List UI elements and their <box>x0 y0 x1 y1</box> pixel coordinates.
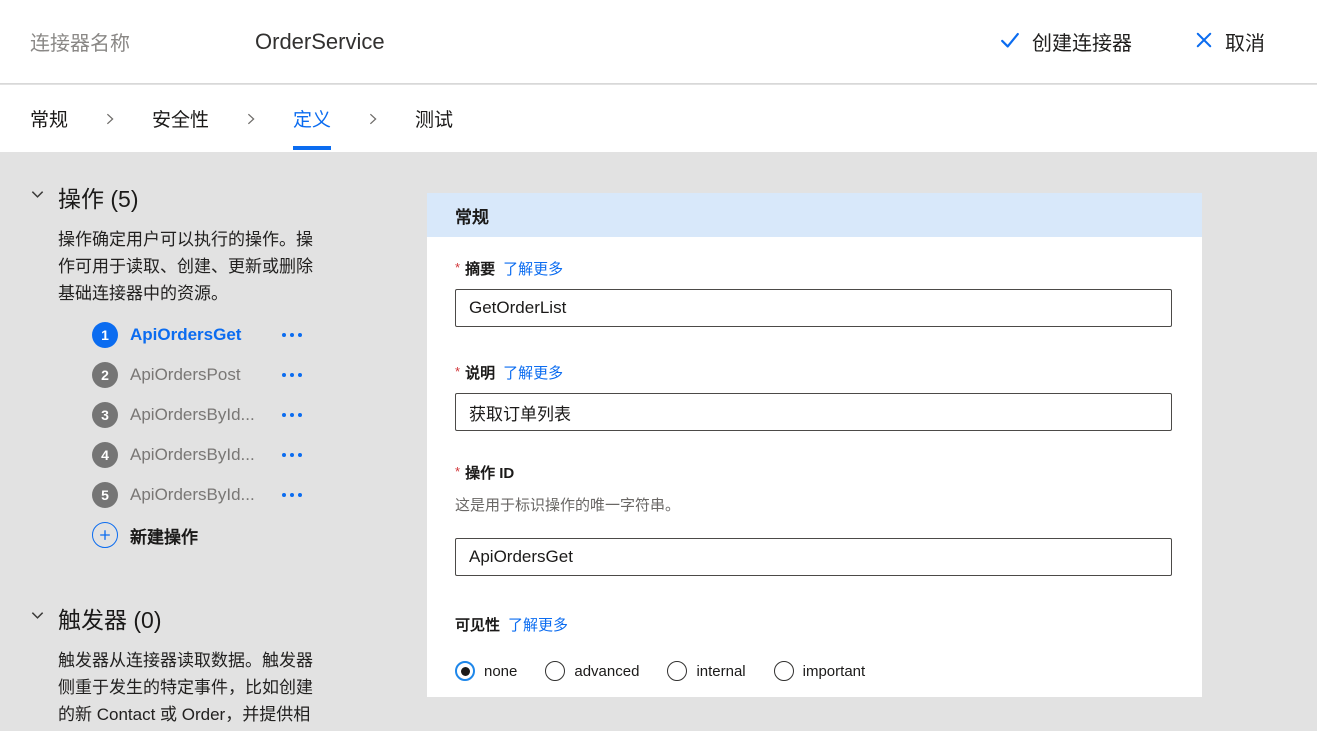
triggers-section-header[interactable]: 触发器 (0) <box>30 603 427 633</box>
create-connector-button[interactable]: 创建连接器 <box>999 27 1132 56</box>
triggers-section-title: 触发器 (0) <box>58 601 162 635</box>
action-item-label: ApiOrdersById... <box>130 405 278 425</box>
visibility-radio-important[interactable]: important <box>774 661 866 681</box>
panel-header: 常规 <box>427 193 1202 237</box>
description-learn-more-link[interactable]: 了解更多 <box>503 362 563 383</box>
description-label: 说明 <box>465 362 495 383</box>
create-connector-label: 创建连接器 <box>1032 27 1132 56</box>
action-item-apiordersbyid-2[interactable]: 4 ApiOrdersById... <box>92 435 427 475</box>
operation-id-helper-text: 这是用于标识操作的唯一字符串。 <box>455 494 1172 515</box>
radio-icon <box>667 661 687 681</box>
chevron-right-icon <box>366 112 380 126</box>
action-item-apiordersget[interactable]: 1 ApiOrdersGet <box>92 315 427 355</box>
action-item-apiordersbyid-1[interactable]: 3 ApiOrdersById... <box>92 395 427 435</box>
actions-section-description: 操作确定用户可以执行的操作。操作可用于读取、创建、更新或删除基础连接器中的资源。 <box>58 226 314 307</box>
action-item-menu-button[interactable] <box>278 447 306 463</box>
actions-section-title: 操作 (5) <box>58 180 139 214</box>
cancel-button[interactable]: 取消 <box>1194 27 1265 56</box>
tab-general[interactable]: 常规 <box>30 85 68 152</box>
radio-icon <box>545 661 565 681</box>
summary-input[interactable] <box>455 289 1172 327</box>
connector-name-label: 连接器名称 <box>30 27 255 56</box>
new-action-label: 新建操作 <box>130 523 198 548</box>
chevron-down-icon <box>30 187 45 207</box>
plus-icon <box>92 522 118 548</box>
chevron-right-icon <box>103 112 117 126</box>
operation-id-field-block: * 操作 ID 这是用于标识操作的唯一字符串。 <box>455 462 1172 576</box>
visibility-field-block: 可见性 了解更多 none advanced internal <box>455 614 1172 681</box>
action-number-badge: 1 <box>92 322 118 348</box>
general-panel: 常规 * 摘要 了解更多 * 说明 了解更多 * 操作 ID 这是用于标识操作的 <box>427 193 1202 697</box>
action-item-apiorderspost[interactable]: 2 ApiOrdersPost <box>92 355 427 395</box>
summary-learn-more-link[interactable]: 了解更多 <box>503 258 563 279</box>
action-item-apiordersbyid-3[interactable]: 5 ApiOrdersById... <box>92 475 427 515</box>
tab-security[interactable]: 安全性 <box>152 85 209 152</box>
tab-definition[interactable]: 定义 <box>293 85 331 152</box>
panel-title: 常规 <box>455 203 489 228</box>
operation-id-label: 操作 ID <box>465 462 514 483</box>
action-number-badge: 3 <box>92 402 118 428</box>
chevron-down-icon <box>30 608 45 628</box>
app-header: 连接器名称 OrderService 创建连接器 取消 <box>0 0 1317 84</box>
checkmark-icon <box>999 29 1021 54</box>
action-item-menu-button[interactable] <box>278 367 306 383</box>
action-number-badge: 2 <box>92 362 118 388</box>
action-item-label: ApiOrdersGet <box>130 325 278 345</box>
panel-body: * 摘要 了解更多 * 说明 了解更多 * 操作 ID 这是用于标识操作的唯一字… <box>427 237 1202 681</box>
tab-test[interactable]: 测试 <box>415 85 453 152</box>
action-number-badge: 4 <box>92 442 118 468</box>
required-marker: * <box>455 464 460 479</box>
required-marker: * <box>455 364 460 379</box>
required-marker: * <box>455 260 460 275</box>
action-item-label: ApiOrdersById... <box>130 445 278 465</box>
visibility-learn-more-link[interactable]: 了解更多 <box>508 614 568 635</box>
action-item-menu-button[interactable] <box>278 407 306 423</box>
radio-label: important <box>803 663 866 680</box>
action-item-menu-button[interactable] <box>278 327 306 343</box>
radio-icon <box>455 661 475 681</box>
visibility-radio-internal[interactable]: internal <box>667 661 745 681</box>
visibility-radio-advanced[interactable]: advanced <box>545 661 639 681</box>
close-icon <box>1194 30 1214 53</box>
visibility-radio-none[interactable]: none <box>455 661 517 681</box>
radio-label: none <box>484 663 517 680</box>
header-actions: 创建连接器 取消 <box>999 27 1265 56</box>
action-number-badge: 5 <box>92 482 118 508</box>
radio-label: advanced <box>574 663 639 680</box>
visibility-radio-group: none advanced internal important <box>455 661 1172 681</box>
operation-id-input[interactable] <box>455 538 1172 576</box>
wizard-nav: 常规 安全性 定义 测试 <box>0 85 1317 152</box>
definition-sidebar: 操作 (5) 操作确定用户可以执行的操作。操作可用于读取、创建、更新或删除基础连… <box>0 152 427 731</box>
summary-label: 摘要 <box>465 258 495 279</box>
chevron-right-icon <box>244 112 258 126</box>
connector-name-value: OrderService <box>255 29 385 55</box>
visibility-label: 可见性 <box>455 614 500 635</box>
new-action-button[interactable]: 新建操作 <box>92 515 198 555</box>
action-item-menu-button[interactable] <box>278 487 306 503</box>
description-input[interactable] <box>455 393 1172 431</box>
description-field-block: * 说明 了解更多 <box>455 362 1172 431</box>
triggers-section-description: 触发器从连接器读取数据。触发器侧重于发生的特定事件，比如创建的新 Contact… <box>58 647 314 731</box>
action-item-label: ApiOrdersPost <box>130 365 278 385</box>
summary-field-block: * 摘要 了解更多 <box>455 258 1172 327</box>
radio-icon <box>774 661 794 681</box>
radio-label: internal <box>696 663 745 680</box>
cancel-label: 取消 <box>1225 27 1265 56</box>
actions-list: 1 ApiOrdersGet 2 ApiOrdersPost 3 ApiOrde… <box>92 315 427 555</box>
actions-section-header[interactable]: 操作 (5) <box>30 182 427 212</box>
action-item-label: ApiOrdersById... <box>130 485 278 505</box>
